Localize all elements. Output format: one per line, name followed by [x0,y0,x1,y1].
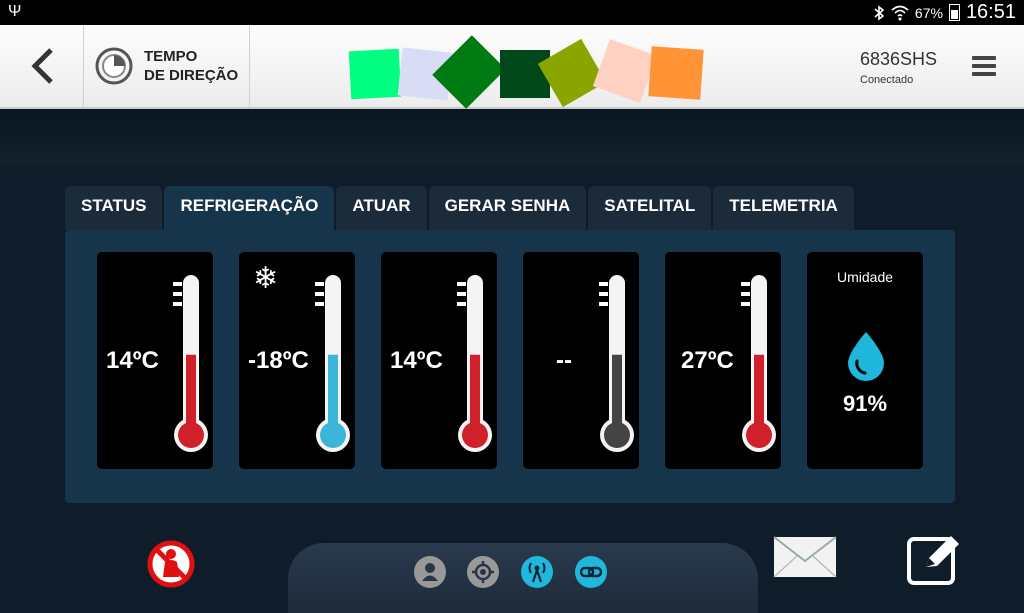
temperature-value: -18ºC [248,347,309,374]
logo-tile [348,48,402,100]
mail-icon[interactable] [773,534,837,580]
device-id: 6836SHS [860,49,938,69]
drive-time-label-line1: TEMPO [144,48,198,65]
location-icon[interactable] [467,556,499,588]
status-right: 67% 16:51 [873,0,1016,25]
drive-time-label-line2: DE DIREÇÃO [144,67,239,84]
clock-icon [95,47,133,85]
temperature-value: -- [556,347,572,374]
water-drop-icon [848,332,884,381]
sensor-card-2: ❄ -18ºC [239,252,355,469]
temperature-value: 27ºC [681,347,734,374]
edit-icon[interactable] [906,533,962,585]
device-status: Conectado [860,74,914,86]
thermometer-icon [741,275,776,452]
top-bar: TEMPO DE DIREÇÃO 6836SHS Conectado [0,25,1024,109]
thermometer-icon [173,275,208,452]
humidity-card: Umidade 91% [807,252,923,469]
logo-tile [648,46,704,100]
tab-satelital[interactable]: SATELITAL [588,186,712,230]
logo-tile [592,38,658,104]
back-button[interactable] [0,25,84,107]
temperature-value: 14ºC [106,347,159,374]
logo-tile [500,50,550,98]
tab-atuar[interactable]: ATUAR [336,186,427,230]
bluetooth-icon [874,4,885,21]
drive-time-button[interactable]: TEMPO DE DIREÇÃO [84,25,250,107]
sensor-card-1: 14ºC [97,252,213,469]
clock: 16:51 [965,1,1016,23]
battery-icon [948,4,960,21]
device-info: 6836SHS Conectado [860,49,937,86]
logo [345,35,715,110]
humidity-label: Umidade [836,269,894,285]
no-person-icon[interactable] [146,539,196,589]
humidity-value: 91% [842,391,888,416]
header-shadow [0,109,1024,164]
chevron-left-icon [30,48,53,84]
tab-status[interactable]: STATUS [65,186,163,230]
link-icon[interactable] [575,556,607,588]
snowflake-icon: ❄ [253,262,279,295]
refrigeration-panel: 14ºC ❄ -18ºC 14ºC -- 27ºC Umidade 91% [65,230,955,503]
tab-bar: STATUS REFRIGERAÇÃO ATUAR GERAR SENHA SA… [65,186,856,232]
thermometer-icon [599,275,634,452]
sensor-card-3: 14ºC [381,252,497,469]
tab-telemetria[interactable]: TELEMETRIA [713,186,854,230]
menu-icon[interactable] [968,53,1000,85]
status-bar: Ψ 67% 16:51 [0,0,1024,25]
wifi-icon [891,5,909,20]
usb-icon: Ψ [8,3,22,20]
person-icon[interactable] [414,556,446,588]
antenna-icon[interactable] [521,556,553,588]
tab-gerar-senha[interactable]: GERAR SENHA [428,186,587,230]
battery-percent: 67% [914,4,943,21]
sensor-card-4: -- [523,252,639,469]
thermometer-icon [315,275,350,452]
thermometer-icon [457,275,492,452]
temperature-value: 14ºC [390,347,443,374]
sensor-card-5: 27ºC [665,252,781,469]
drive-time-label: TEMPO DE DIREÇÃO [144,47,238,85]
tab-refrigeracao[interactable]: REFRIGERAÇÃO [164,186,335,230]
